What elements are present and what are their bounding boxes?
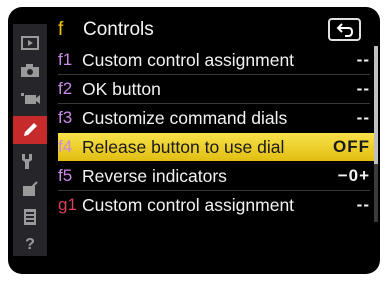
back-button[interactable]: [328, 18, 361, 41]
setting-code: f2: [58, 75, 72, 103]
setting-code-number: 3: [62, 108, 73, 127]
custom-settings-glyph: f: [58, 19, 64, 40]
setting-label: Customize command dials: [82, 108, 288, 128]
menu-title: Controls: [83, 19, 154, 40]
menu-row[interactable]: f4 Release button to use dial OFF: [58, 133, 374, 161]
setting-code-number: 4: [62, 137, 73, 156]
movie-icon: [21, 93, 40, 104]
setting-value: --: [356, 50, 370, 69]
retouch-icon: [23, 181, 38, 196]
setting-label: OK button: [82, 79, 161, 99]
setting-code: f3: [58, 104, 72, 132]
camera-icon: [21, 64, 39, 77]
custom-settings-tab[interactable]: [13, 116, 47, 144]
setting-code: f4: [58, 133, 72, 161]
scrollbar-thumb[interactable]: [374, 46, 378, 164]
setting-code-number: 5: [62, 166, 73, 185]
setting-label: Reverse indicators: [82, 166, 227, 186]
menu-row[interactable]: f3 Customize command dials --: [58, 104, 374, 132]
menu-row[interactable]: f1 Custom control assignment --: [58, 46, 374, 74]
setting-value: --: [356, 195, 370, 214]
photo-shooting-tab[interactable]: [13, 58, 47, 84]
setting-value: −0+: [337, 166, 370, 185]
menu-row[interactable]: f2 OK button --: [58, 75, 374, 103]
setting-value: --: [356, 108, 370, 127]
playback-icon: [21, 36, 39, 50]
wrench-icon: [22, 154, 32, 169]
setting-code: f5: [58, 162, 72, 190]
retouch-tab[interactable]: [13, 176, 47, 202]
menu-row[interactable]: f5 Reverse indicators −0+: [58, 162, 374, 190]
my-menu-tab[interactable]: [13, 204, 47, 230]
menu-header: f Controls: [58, 16, 378, 44]
setting-code-number: 1: [67, 195, 77, 214]
setting-code: f1: [58, 46, 72, 74]
help-icon: ?: [25, 236, 35, 253]
setting-code-number: 2: [62, 79, 73, 98]
setting-value: --: [356, 79, 370, 98]
movie-shooting-tab[interactable]: [13, 86, 47, 112]
pencil-icon: [24, 123, 37, 136]
my-menu-icon: [24, 209, 36, 225]
setting-code-number: 1: [62, 50, 73, 69]
return-arrow-icon: [336, 22, 353, 37]
setting-code: g1: [58, 191, 77, 219]
setup-tab[interactable]: [13, 148, 47, 174]
setting-label: Custom control assignment: [82, 50, 295, 70]
camera-screen: ? f Controls f1 Custom control assignment…: [0, 0, 390, 282]
menu-row[interactable]: g1 Custom control assignment --: [58, 191, 374, 219]
help-tab[interactable]: ?: [13, 232, 47, 258]
playback-tab[interactable]: [13, 30, 47, 56]
setting-label: Custom control assignment: [82, 195, 295, 215]
menu-tab-sidebar: ?: [13, 24, 47, 256]
setting-value: OFF: [333, 137, 370, 156]
setting-label: Release button to use dial: [82, 137, 285, 157]
